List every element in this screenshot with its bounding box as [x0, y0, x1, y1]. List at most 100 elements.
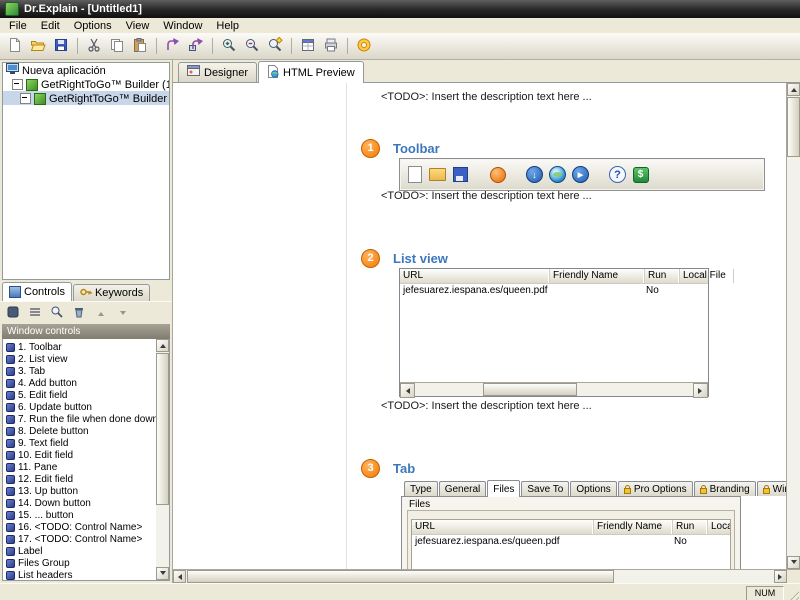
tab-keywords-label: Keywords — [94, 287, 144, 299]
menu-view[interactable]: View — [119, 19, 157, 33]
section-marker-1[interactable]: 1 — [361, 139, 380, 158]
capture-window-button[interactable] — [162, 35, 184, 57]
scrollbar-thumb[interactable] — [156, 353, 169, 505]
download-icon — [526, 166, 543, 183]
menu-help[interactable]: Help — [209, 19, 246, 33]
tree-node[interactable]: GetRightToGo™ Builder (1.0) — [3, 77, 169, 91]
column-header: Local File — [680, 269, 734, 283]
list-item[interactable]: 9. Text field — [3, 437, 156, 449]
list-item[interactable]: 5. Edit field — [3, 389, 156, 401]
list-item[interactable]: List headers — [3, 569, 156, 580]
list-item[interactable]: 8. Delete button — [3, 425, 156, 437]
controls-list-scrollbar[interactable] — [156, 339, 169, 580]
paste-button[interactable] — [129, 35, 151, 57]
list-item[interactable]: 6. Update button — [3, 401, 156, 413]
list-item[interactable]: 14. Down button — [3, 497, 156, 509]
tab-designer[interactable]: Designer — [178, 62, 258, 82]
help-button[interactable] — [353, 35, 375, 57]
menubar: File Edit Options View Window Help — [0, 18, 800, 33]
capture-control-button[interactable] — [185, 35, 207, 57]
copy-icon — [109, 37, 125, 56]
play-icon — [572, 166, 589, 183]
list-item[interactable]: 3. Tab — [3, 365, 156, 377]
scrollbar-track[interactable] — [186, 570, 774, 583]
control-marker-icon — [6, 414, 15, 424]
tab-controls[interactable]: Controls — [2, 282, 72, 301]
collapse-icon[interactable] — [20, 93, 31, 104]
print-button[interactable] — [320, 35, 342, 57]
horizontal-scrollbar[interactable] — [173, 569, 800, 583]
select-tool-button[interactable] — [4, 304, 22, 322]
tab-html-preview-label: HTML Preview — [283, 66, 355, 79]
zoom-button[interactable] — [48, 304, 66, 322]
scroll-right-button[interactable] — [774, 570, 787, 583]
list-item[interactable]: Label — [3, 545, 156, 557]
tab-keywords[interactable]: Keywords — [72, 284, 151, 301]
resize-grip[interactable] — [787, 589, 799, 600]
zoom-out-button[interactable] — [241, 35, 263, 57]
scrollbar-track[interactable] — [156, 352, 169, 567]
properties-button[interactable] — [297, 35, 319, 57]
list-item[interactable]: 13. Up button — [3, 485, 156, 497]
cut-button[interactable] — [83, 35, 105, 57]
scroll-up-button[interactable] — [787, 83, 800, 96]
collapse-icon[interactable] — [12, 79, 23, 90]
scrollbar-track[interactable] — [787, 96, 800, 556]
save-button[interactable] — [50, 35, 72, 57]
menu-window[interactable]: Window — [156, 19, 209, 33]
scrollbar-thumb[interactable] — [787, 97, 800, 157]
section-heading-toolbar[interactable]: Toolbar — [393, 141, 440, 156]
titlebar[interactable]: Dr.Explain - [Untitled1] — [0, 0, 800, 18]
zoom-reset-icon — [267, 36, 283, 56]
tab-label: Files — [493, 483, 515, 495]
scroll-down-button[interactable] — [787, 556, 800, 569]
files-group: URL Friendly Name Run Local File jefesua… — [407, 510, 735, 569]
section-heading-listview[interactable]: List view — [393, 251, 448, 266]
list-item-label: 8. Delete button — [18, 425, 89, 437]
list-item[interactable]: 10. Edit field — [3, 449, 156, 461]
zoom-in-button[interactable] — [218, 35, 240, 57]
scroll-up-button[interactable] — [156, 339, 169, 352]
list-item[interactable]: 4. Add button — [3, 377, 156, 389]
delete-button[interactable] — [70, 304, 88, 322]
scrollbar-track — [415, 383, 693, 396]
zoom-reset-button[interactable] — [264, 35, 286, 57]
menu-edit[interactable]: Edit — [34, 19, 67, 33]
down-arrow-icon — [120, 310, 126, 318]
menu-file[interactable]: File — [2, 19, 34, 33]
scroll-down-button[interactable] — [156, 567, 169, 580]
move-down-button[interactable] — [114, 304, 132, 322]
tab-html-preview[interactable]: HTML Preview — [258, 61, 364, 83]
list-item[interactable]: 15. ... button — [3, 509, 156, 521]
list-item[interactable]: Files Group — [3, 557, 156, 569]
new-button[interactable] — [4, 35, 26, 57]
list-item[interactable]: 16. <TODO: Control Name> — [3, 521, 156, 533]
tree-node-selected[interactable]: GetRightToGo™ Builder (1.0) — [3, 91, 169, 105]
section-marker-3[interactable]: 3 — [361, 459, 380, 478]
open-folder-icon — [30, 37, 46, 56]
copy-button[interactable] — [106, 35, 128, 57]
section-marker-2[interactable]: 2 — [361, 249, 380, 268]
tree-node-label: GetRightToGo™ Builder (1.0) — [41, 78, 169, 91]
open-button[interactable] — [27, 35, 49, 57]
list-mode-button[interactable] — [26, 304, 44, 322]
vertical-scrollbar[interactable] — [786, 83, 800, 569]
menu-options[interactable]: Options — [67, 19, 119, 33]
list-item[interactable]: 12. Edit field — [3, 473, 156, 485]
section-heading-tab[interactable]: Tab — [393, 461, 415, 476]
scroll-left-button[interactable] — [173, 570, 186, 583]
list-item-label: 3. Tab — [18, 365, 46, 377]
list-item[interactable]: 7. Run the file when done download... — [3, 413, 156, 425]
tree-root[interactable]: Nueva aplicación — [3, 63, 169, 77]
move-up-button[interactable] — [92, 304, 110, 322]
list-item[interactable]: 11. Pane — [3, 461, 156, 473]
control-marker-icon — [6, 390, 15, 400]
globe-icon — [549, 166, 566, 183]
list-item[interactable]: 1. Toolbar — [3, 341, 156, 353]
scrollbar-thumb[interactable] — [187, 570, 614, 583]
control-marker-icon — [6, 498, 15, 508]
controls-toolbar — [0, 301, 172, 324]
list-item[interactable]: 17. <TODO: Control Name> — [3, 533, 156, 545]
up-arrow-icon — [98, 309, 104, 316]
list-item[interactable]: 2. List view — [3, 353, 156, 365]
